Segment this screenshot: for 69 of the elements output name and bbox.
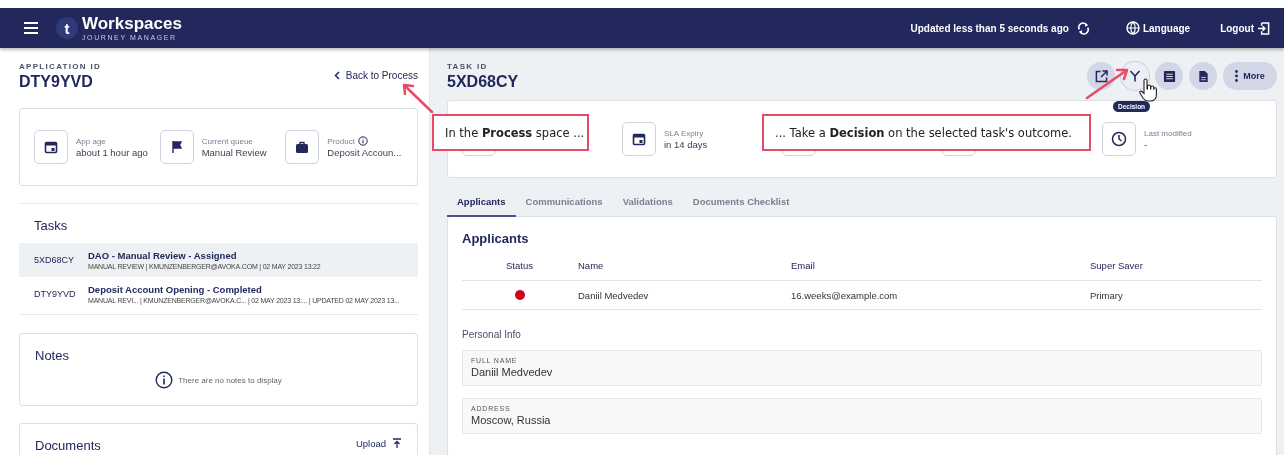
stat-label: Current queue — [201, 136, 253, 146]
column-header: Status — [505, 259, 534, 271]
list-icon — [1162, 69, 1176, 83]
field-value: Daniil Medvedev — [471, 366, 554, 378]
globe-icon — [1125, 21, 1140, 35]
external-link-icon — [1094, 69, 1108, 83]
menu-icon[interactable] — [24, 22, 38, 34]
stat-label: SLA Expiry — [664, 128, 705, 138]
annotation-arrow — [1085, 66, 1131, 100]
applicants-heading: Applicants — [462, 231, 530, 246]
column-header: Name — [578, 259, 605, 271]
task-id: 5XD68CY — [34, 255, 76, 265]
annotation-arrow — [400, 81, 434, 113]
upload-icon — [392, 438, 402, 449]
clock-icon — [1111, 131, 1127, 147]
application-id-label: APPLICATION ID — [19, 62, 102, 71]
tab[interactable]: Validations — [612, 196, 683, 217]
update-status: Updated less than 5 seconds ago — [910, 22, 1069, 34]
task-title: DAO - Manual Review - Assigned — [88, 250, 238, 261]
task-id-value: 5XD68CY — [447, 73, 519, 91]
section-title: Personal Info — [462, 329, 522, 340]
stat-value: - — [1144, 138, 1149, 150]
fork-icon — [1129, 70, 1141, 82]
table-cell-text: Daniil Medvedev — [578, 289, 650, 301]
stat-value: Deposit Accoun... — [327, 147, 402, 158]
table-cell-text: 16.weeks@example.com — [791, 289, 899, 301]
stat-label: Last modified — [1144, 128, 1192, 138]
upload-button[interactable]: Upload — [355, 438, 402, 449]
annotation-callout: ... Take a Decision on the selected task's outcome. — [762, 114, 1091, 151]
flag-icon — [169, 140, 184, 154]
tab[interactable]: Documents Checklist — [682, 196, 800, 217]
brand-title: Workspaces — [82, 15, 182, 32]
documents-heading: Documents — [35, 438, 101, 453]
list-button[interactable] — [1155, 62, 1183, 90]
empty-notes-message: There are no notes to display — [178, 375, 282, 385]
back-link[interactable]: Back to Process — [333, 70, 418, 81]
tasks-heading: Tasks — [33, 217, 69, 235]
open-external-button[interactable] — [1087, 62, 1115, 90]
language-button[interactable]: Language — [1125, 21, 1191, 35]
stat-label: App age — [76, 136, 106, 146]
document-button[interactable] — [1189, 62, 1217, 90]
task-id: DTY9YVD — [34, 289, 77, 299]
stat-value: Manual Review — [201, 146, 267, 158]
stat-value: in 14 days — [664, 138, 708, 150]
column-header: Email — [791, 259, 816, 271]
refresh-icon[interactable] — [1076, 21, 1090, 35]
stat-value: about 1 hour ago — [76, 146, 148, 158]
kebab-icon — [1235, 70, 1239, 82]
calendar-icon — [632, 132, 646, 146]
logout-button[interactable]: Logout — [1220, 21, 1270, 35]
document-icon — [1197, 69, 1209, 83]
application-id: DTY9YVD — [19, 73, 94, 91]
calendar-icon — [44, 140, 58, 154]
task-id-label: TASK ID — [447, 62, 489, 71]
table-cell-text: Primary — [1090, 289, 1124, 301]
annotation-callout: In the Process space ... — [432, 114, 589, 151]
info-icon — [155, 371, 174, 389]
task-title: Deposit Account Opening - Completed — [88, 284, 263, 295]
stat-label: Product — [327, 136, 355, 146]
field-value: Moscow, Russia — [471, 414, 552, 426]
logout-icon — [1257, 21, 1270, 35]
tab[interactable]: Communications — [515, 196, 613, 217]
logo-circle: t — [56, 17, 78, 39]
notes-heading: Notes — [35, 348, 70, 363]
more-button[interactable]: More — [1223, 62, 1277, 90]
info-icon[interactable] — [357, 136, 368, 146]
chevron-left-icon — [333, 71, 340, 80]
briefcase-icon — [295, 140, 310, 154]
column-header: Super Saver — [1090, 259, 1144, 271]
